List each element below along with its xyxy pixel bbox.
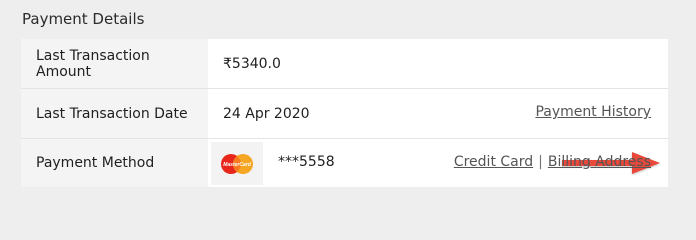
masked-card-number: ***5558 <box>278 154 335 170</box>
transaction-amount: ₹5340.0 <box>223 55 281 72</box>
table-row: Payment Method MasterCard ***5558 Credit… <box>21 138 668 187</box>
row-value-method: MasterCard ***5558 Credit Card | Billing A… <box>208 139 668 187</box>
payment-details-table: Last Transaction Amount ₹5340.0 Last Tra… <box>21 39 668 187</box>
credit-card-link[interactable]: Credit Card <box>454 154 533 170</box>
card-brand-text: MasterCard <box>223 162 251 168</box>
link-separator: | <box>538 154 543 170</box>
row-label-method: Payment Method <box>21 139 208 187</box>
row-value-amount: ₹5340.0 <box>208 39 668 88</box>
row-label-date: Last Transaction Date <box>21 89 208 138</box>
row-value-date: 24 Apr 2020 Payment History <box>208 89 668 138</box>
transaction-date: 24 Apr 2020 <box>223 105 310 122</box>
payment-history-link[interactable]: Payment History <box>535 104 651 120</box>
table-row: Last Transaction Amount ₹5340.0 <box>21 39 668 88</box>
mastercard-logo-icon: MasterCard <box>211 142 263 185</box>
billing-address-link[interactable]: Billing Address <box>548 154 651 170</box>
table-row: Last Transaction Date 24 Apr 2020 Paymen… <box>21 88 668 138</box>
section-title: Payment Details <box>22 10 145 28</box>
row-label-amount: Last Transaction Amount <box>21 39 208 88</box>
payment-method-links: Credit Card | Billing Address <box>454 154 651 170</box>
